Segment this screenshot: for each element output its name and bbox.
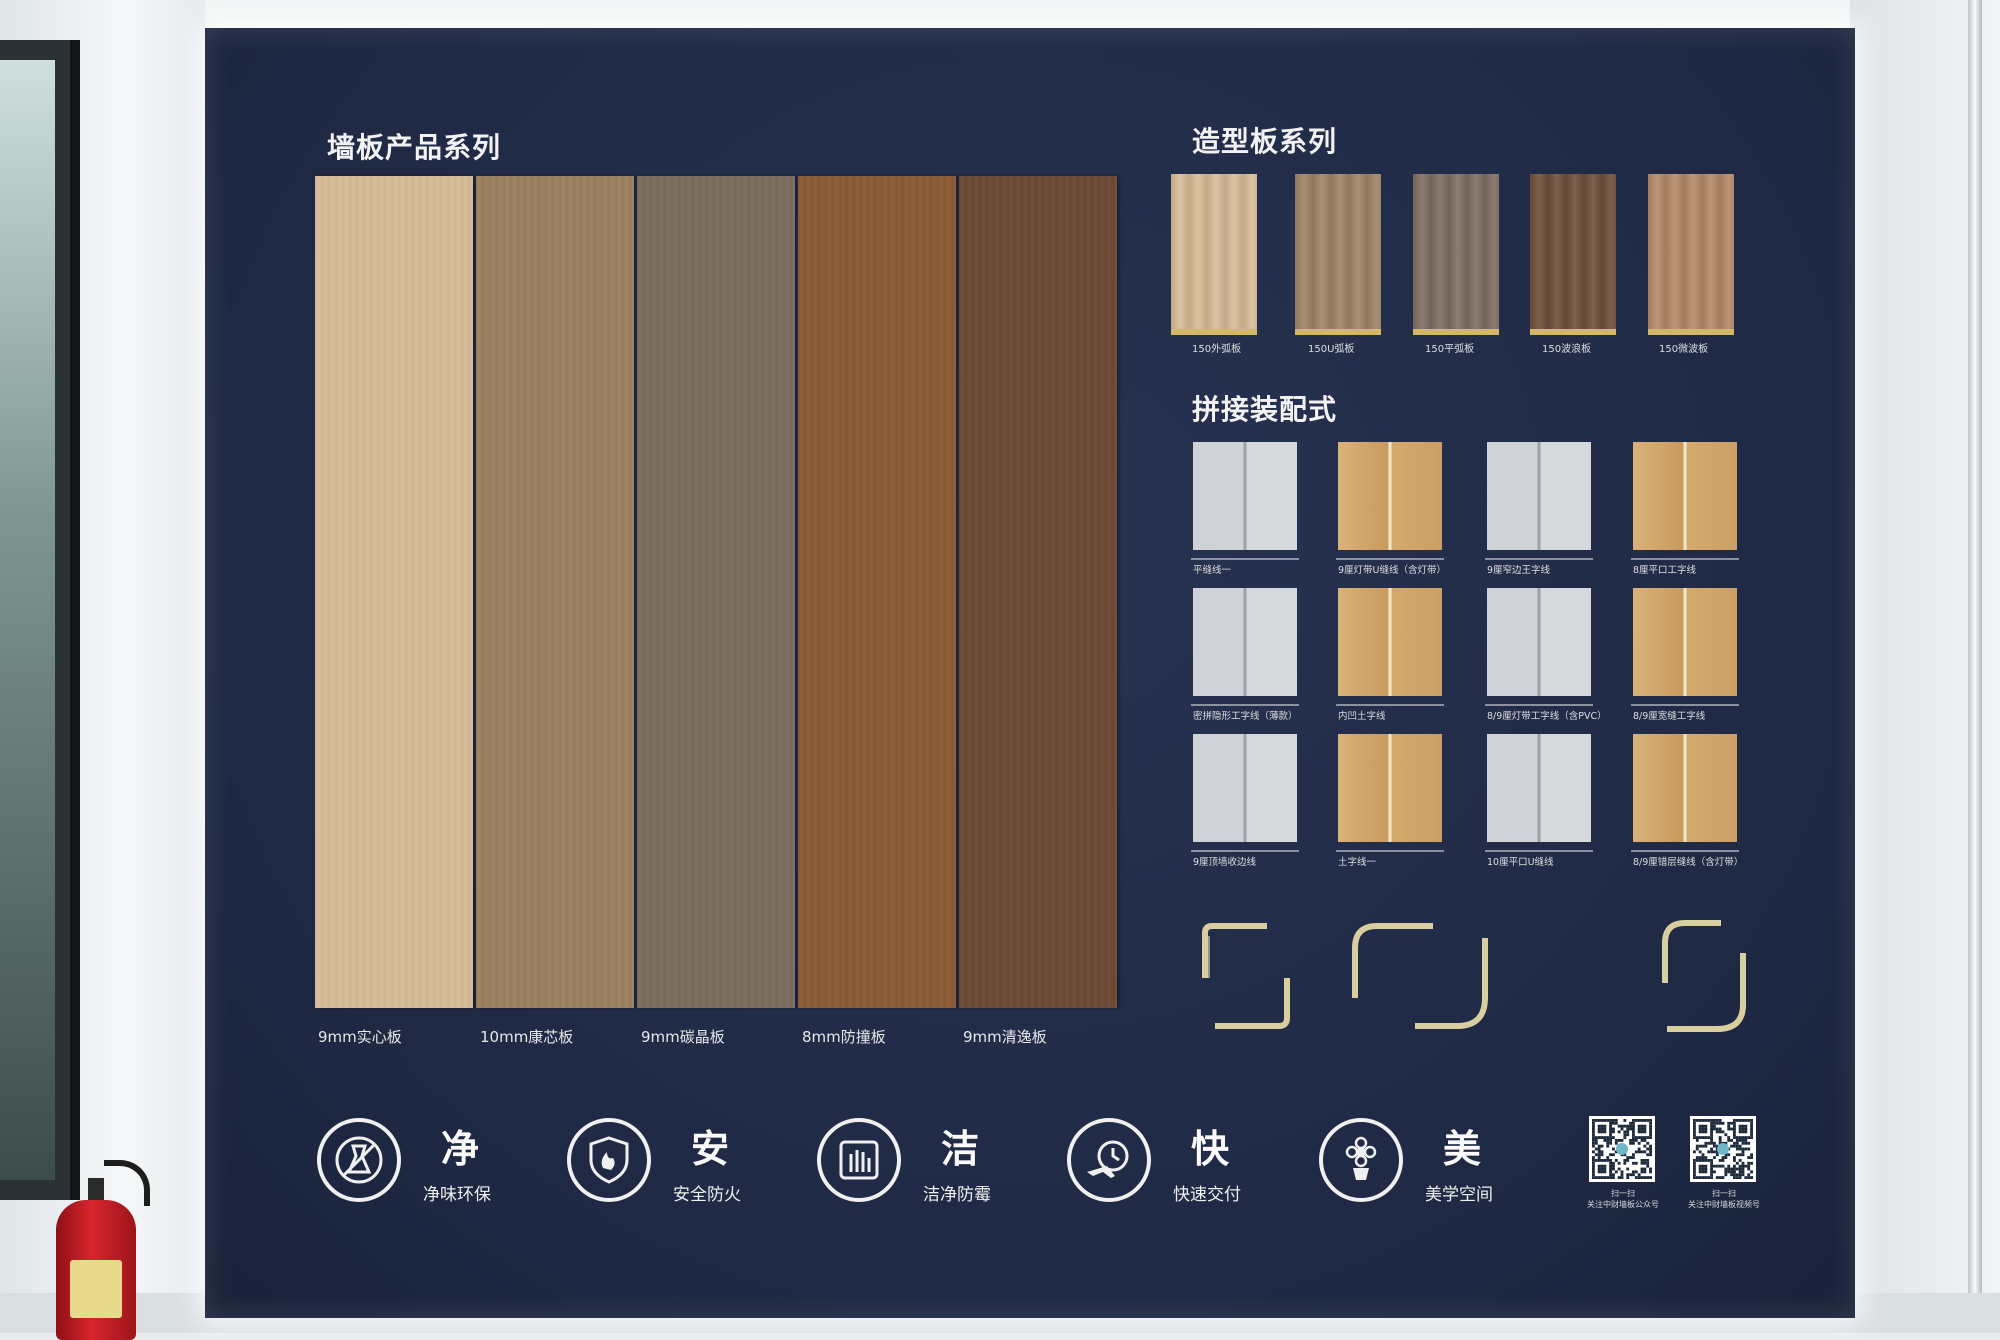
- joint-sample-10: [1336, 734, 1444, 852]
- wall-pipe: [1968, 0, 1982, 1333]
- joint-label-6: 内凹土字线: [1338, 711, 1386, 722]
- joint-sample-7: [1485, 588, 1593, 706]
- joint-sample-1: [1191, 442, 1299, 560]
- wall-panel-label-3: 9mm碳晶板: [641, 1028, 725, 1046]
- joint-label-11: 10厘平口U缝线: [1487, 857, 1554, 868]
- joint-profile-line: [1191, 558, 1299, 560]
- wall-panel-sample-2: [476, 176, 634, 1008]
- wall-panel-series-title: 墙板产品系列: [327, 131, 502, 164]
- corner-profile-2: [1345, 918, 1495, 1038]
- wall-top: [0, 0, 2000, 28]
- joint-label-1: 平缝线一: [1193, 565, 1232, 576]
- no-odor-icon: [317, 1118, 401, 1202]
- wall-panel-sample-1: [315, 176, 473, 1008]
- display-board: 墙板产品系列 9mm实心板 10mm康芯板 9mm碳晶板 8mm防撞板 9mm清…: [205, 28, 1855, 1318]
- molding-sample-5: [1648, 174, 1734, 335]
- joint-profile-line: [1336, 850, 1444, 852]
- joint-assembly-title: 拼接装配式: [1192, 393, 1338, 426]
- molding-sample-2: [1295, 174, 1381, 335]
- flower-pot-icon: [1319, 1118, 1403, 1202]
- joint-profile-line: [1631, 850, 1739, 852]
- feature-char-3: 洁: [941, 1127, 980, 1171]
- wall-panel-label-5: 9mm清逸板: [963, 1028, 1047, 1046]
- qr-caption-2-line1: 扫一扫: [1712, 1189, 1736, 1198]
- molding-panel-series-title: 造型板系列: [1192, 125, 1338, 158]
- molding-label-3: 150平弧板: [1425, 344, 1475, 355]
- wall-panel-label-4: 8mm防撞板: [802, 1028, 886, 1046]
- wall-panel-sample-3: [637, 176, 795, 1008]
- molding-sample-1: [1171, 174, 1257, 335]
- wall-panel-sample-4: [798, 176, 956, 1008]
- joint-profile-line: [1631, 704, 1739, 706]
- feature-text-4: 快速交付: [1173, 1185, 1241, 1205]
- fire-extinguisher: [48, 1160, 150, 1340]
- joint-label-4: 8厘平口工字线: [1633, 565, 1697, 576]
- joint-profile-line: [1485, 850, 1593, 852]
- qr-pattern: [1592, 1119, 1652, 1179]
- joint-profile-line: [1191, 704, 1299, 706]
- feature-text-1: 净味环保: [423, 1185, 491, 1205]
- joint-label-2: 9厘灯带U缝线（含灯带）: [1338, 565, 1446, 576]
- joint-label-9: 9厘顶墙收边线: [1193, 857, 1257, 868]
- feature-char-2: 安: [691, 1127, 730, 1171]
- qr-code-1[interactable]: [1589, 1116, 1655, 1182]
- molding-label-2: 150U弧板: [1308, 344, 1355, 355]
- feature-text-2: 安全防火: [673, 1185, 741, 1205]
- molding-sample-4: [1530, 174, 1616, 335]
- qr-caption-1-line1: 扫一扫: [1611, 1189, 1635, 1198]
- fire-shield-icon: [567, 1118, 651, 1202]
- corner-profile-1: [1195, 918, 1295, 1038]
- wall-panel-sample-5: [959, 176, 1117, 1008]
- molding-label-5: 150微波板: [1659, 344, 1709, 355]
- qr-caption-2-line2: 关注中财墙板视频号: [1688, 1200, 1760, 1209]
- qr-caption-2: 扫一扫 关注中财墙板视频号: [1674, 1188, 1774, 1210]
- qr-caption-1-line2: 关注中财墙板公众号: [1587, 1200, 1659, 1209]
- joint-sample-6: [1336, 588, 1444, 706]
- joint-sample-9: [1191, 734, 1299, 852]
- qr-pattern: [1693, 1119, 1753, 1179]
- feature-text-3: 洁净防霉: [923, 1185, 991, 1205]
- wall-panel-label-1: 9mm实心板: [318, 1028, 402, 1046]
- joint-label-7: 8/9厘灯带工字线（含PVC）: [1487, 711, 1607, 722]
- qr-code-2[interactable]: [1690, 1116, 1756, 1182]
- molding-label-1: 150外弧板: [1192, 344, 1242, 355]
- joint-sample-4: [1631, 442, 1739, 560]
- joint-sample-12: [1631, 734, 1739, 852]
- airplane-clock-icon: [1067, 1118, 1151, 1202]
- corner-profile-3: [1655, 913, 1755, 1041]
- joint-profile-line: [1336, 558, 1444, 560]
- joint-profile-line: [1485, 704, 1593, 706]
- joint-profile-line: [1336, 704, 1444, 706]
- wall-panel-label-2: 10mm康芯板: [480, 1028, 574, 1046]
- joint-sample-11: [1485, 734, 1593, 852]
- qr-caption-1: 扫一扫 关注中财墙板公众号: [1573, 1188, 1673, 1210]
- feature-char-4: 快: [1191, 1127, 1230, 1171]
- joint-label-3: 9厘窄边王字线: [1487, 565, 1551, 576]
- joint-sample-2: [1336, 442, 1444, 560]
- feature-text-5: 美学空间: [1425, 1185, 1493, 1205]
- joint-label-12: 8/9厘错层缝线（含灯带）: [1633, 857, 1744, 868]
- joint-sample-5: [1191, 588, 1299, 706]
- extinguisher-label: [70, 1260, 122, 1318]
- feature-char-1: 净: [441, 1127, 480, 1171]
- window-glass: [0, 60, 55, 1180]
- joint-sample-3: [1485, 442, 1593, 560]
- molding-label-4: 150波浪板: [1542, 344, 1592, 355]
- molding-sample-3: [1413, 174, 1499, 335]
- joint-label-10: 土字线一: [1338, 857, 1377, 868]
- joint-profile-line: [1631, 558, 1739, 560]
- joint-profile-line: [1191, 850, 1299, 852]
- joint-sample-8: [1631, 588, 1739, 706]
- joint-label-5: 密拼隐形工字线（薄款）: [1193, 711, 1298, 722]
- joint-label-8: 8/9厘宽缝工字线: [1633, 711, 1706, 722]
- feature-char-5: 美: [1443, 1127, 1482, 1171]
- hand-wipe-icon: [817, 1118, 901, 1202]
- joint-profile-line: [1485, 558, 1593, 560]
